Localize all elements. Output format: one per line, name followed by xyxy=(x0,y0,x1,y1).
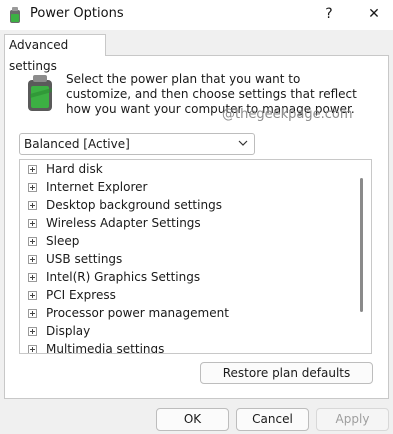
window-title: Power Options xyxy=(30,6,124,21)
tree-item[interactable]: Hard disk xyxy=(20,161,350,179)
tree-item[interactable]: PCI Express xyxy=(20,287,350,305)
tree-scrollbar[interactable] xyxy=(360,178,363,312)
tree-item[interactable]: Sleep xyxy=(20,233,350,251)
restore-plan-defaults-button[interactable]: Restore plan defaults xyxy=(200,362,373,384)
tree-item-label: Hard disk xyxy=(46,162,103,176)
expand-plus-icon[interactable] xyxy=(28,255,37,264)
apply-button[interactable]: Apply xyxy=(316,408,389,431)
power-plan-select[interactable]: Balanced [Active] xyxy=(19,133,255,155)
expand-plus-icon[interactable] xyxy=(28,327,37,336)
expand-plus-icon[interactable] xyxy=(28,165,37,174)
expand-plus-icon[interactable] xyxy=(28,345,37,353)
settings-tree[interactable]: Hard disk Internet Explorer Desktop backgr… xyxy=(19,159,372,354)
tree-item-label: Display xyxy=(46,324,91,338)
expand-plus-icon[interactable] xyxy=(28,309,37,318)
title-bar: Power Options ? ✕ xyxy=(0,0,393,30)
close-button[interactable]: ✕ xyxy=(362,2,386,26)
tree-item[interactable]: Wireless Adapter Settings xyxy=(20,215,350,233)
cancel-button[interactable]: Cancel xyxy=(236,408,309,431)
expand-plus-icon[interactable] xyxy=(28,201,37,210)
tree-item-label: Desktop background settings xyxy=(46,198,222,212)
expand-plus-icon[interactable] xyxy=(28,183,37,192)
help-button[interactable]: ? xyxy=(318,2,340,26)
ok-button[interactable]: OK xyxy=(156,408,229,431)
tree-item-label: USB settings xyxy=(46,252,123,266)
tree-item-label: Internet Explorer xyxy=(46,180,148,194)
tree-item[interactable]: Intel(R) Graphics Settings xyxy=(20,269,350,287)
tree-item[interactable]: Multimedia settings xyxy=(20,341,350,354)
tree-item[interactable]: Desktop background settings xyxy=(20,197,350,215)
tree-item-label: Intel(R) Graphics Settings xyxy=(46,270,201,284)
watermark-text: @thegeekpage.com xyxy=(222,107,353,122)
tree-item-label: Processor power management xyxy=(46,306,229,320)
expand-plus-icon[interactable] xyxy=(28,219,37,228)
tree-item-label: PCI Express xyxy=(46,288,116,302)
tree-item[interactable]: Internet Explorer xyxy=(20,179,350,197)
tree-item[interactable]: Display xyxy=(20,323,350,341)
tab-advanced-settings[interactable]: Advanced settings xyxy=(4,34,106,73)
battery-icon xyxy=(28,75,52,111)
expand-plus-icon[interactable] xyxy=(28,237,37,246)
tree-item-label: Multimedia settings xyxy=(46,342,165,354)
expand-plus-icon[interactable] xyxy=(28,273,37,282)
tree-item-label: Sleep xyxy=(46,234,80,248)
power-options-icon xyxy=(10,7,20,23)
plan-select-value: Balanced [Active] xyxy=(24,137,130,151)
tree-item[interactable]: Processor power management xyxy=(20,305,350,323)
tree-item-label: Wireless Adapter Settings xyxy=(46,216,201,230)
chevron-down-icon xyxy=(238,140,248,146)
tree-item[interactable]: USB settings xyxy=(20,251,350,269)
expand-plus-icon[interactable] xyxy=(28,291,37,300)
